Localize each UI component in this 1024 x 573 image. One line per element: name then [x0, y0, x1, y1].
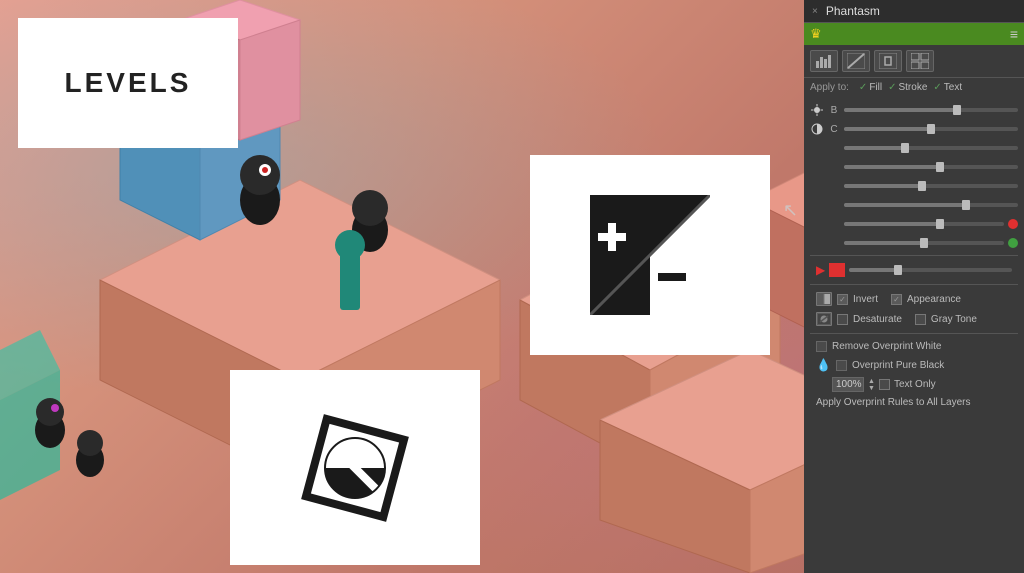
- levels-adjustment-icon: [590, 195, 710, 315]
- slider-red[interactable]: [844, 222, 1004, 226]
- levels-title: LEVELS: [65, 67, 192, 99]
- panel-toolbar: [804, 45, 1024, 78]
- sun-icon: [810, 103, 824, 117]
- toolbar-curves-btn[interactable]: [842, 50, 870, 72]
- green-dot[interactable]: [1008, 238, 1018, 248]
- apply-stroke-checkbox[interactable]: ✓ Stroke: [888, 82, 927, 93]
- panel-close-button[interactable]: ×: [812, 6, 818, 17]
- toolbar-grid-btn[interactable]: [906, 50, 934, 72]
- plus-minus-card: [530, 155, 770, 355]
- overprint-black-label: Overprint Pure Black: [852, 360, 944, 371]
- panel-title: Phantasm: [826, 4, 880, 18]
- desaturate-option-row: Desaturate Gray Tone: [810, 309, 1018, 329]
- slider-green[interactable]: [844, 241, 1004, 245]
- levels-card: LEVELS: [18, 18, 238, 148]
- divider-1: [810, 255, 1018, 256]
- desaturate-icon: [816, 312, 832, 326]
- slider-row-green: [810, 236, 1018, 250]
- divider-2: [810, 284, 1018, 285]
- phantasm-panel: × Phantasm ♛ ≡: [804, 0, 1024, 573]
- appearance-checkbox[interactable]: ✓: [891, 294, 902, 305]
- apply-fill-checkbox[interactable]: ✓ Fill: [859, 82, 882, 93]
- slider-5[interactable]: [844, 184, 1018, 188]
- color-arrow-icon[interactable]: ▶: [816, 263, 825, 277]
- percentage-row: 100% ▲ ▼ Text Only: [810, 375, 1018, 394]
- remove-overprint-label: Remove Overprint White: [832, 341, 941, 352]
- remove-overprint-row: Remove Overprint White: [810, 338, 1018, 355]
- divider-3: [810, 333, 1018, 334]
- desaturate-icon: [290, 403, 420, 533]
- slider-row-5: [810, 179, 1018, 193]
- c-slider[interactable]: [844, 127, 1018, 131]
- invert-checkbox[interactable]: ✓: [837, 294, 848, 305]
- droplet-icon: 💧: [816, 358, 831, 372]
- percentage-field[interactable]: 100%: [832, 377, 864, 392]
- overprint-black-checkbox[interactable]: [836, 360, 847, 371]
- cursor-icon: ↖: [783, 200, 798, 221]
- slider-row-3: [810, 141, 1018, 155]
- slider-row-6: [810, 198, 1018, 212]
- apply-rules-label: Apply Overprint Rules to All Layers: [816, 397, 971, 408]
- color-picker-row: ▶: [810, 260, 1018, 280]
- slider-6[interactable]: [844, 203, 1018, 207]
- apply-to-row: Apply to: ✓ Fill ✓ Stroke ✓ Text: [804, 78, 1024, 97]
- gray-tone-label: Gray Tone: [931, 314, 977, 325]
- brightness-slider-row: B: [810, 103, 1018, 117]
- desaturate-label: Desaturate: [853, 314, 902, 325]
- contrast-icon: [810, 122, 824, 136]
- panel-menu-icon[interactable]: ≡: [1010, 26, 1018, 42]
- invert-label: Invert: [853, 294, 878, 305]
- invert-icon: [816, 292, 832, 306]
- appearance-label: Appearance: [907, 294, 961, 305]
- red-dot[interactable]: [1008, 219, 1018, 229]
- apply-text-checkbox[interactable]: ✓ Text: [933, 82, 962, 93]
- b-label: B: [828, 105, 840, 116]
- invert-option-row: ✓ Invert ✓ Appearance: [810, 289, 1018, 309]
- apply-rules-row: Apply Overprint Rules to All Layers: [810, 394, 1018, 411]
- text-only-label: Text Only: [894, 379, 936, 390]
- apply-to-label: Apply to:: [810, 82, 849, 93]
- color-swatch[interactable]: [829, 263, 845, 277]
- slider-row-red: [810, 217, 1018, 231]
- circle-slash-card: [230, 370, 480, 565]
- color-slider[interactable]: [849, 268, 1012, 272]
- sliders-section: B C: [804, 97, 1024, 573]
- remove-overprint-checkbox[interactable]: [816, 341, 827, 352]
- crown-icon: ♛: [810, 26, 822, 42]
- panel-title-bar: × Phantasm: [804, 0, 1024, 23]
- percentage-stepper[interactable]: ▲ ▼: [868, 378, 875, 392]
- slider-3[interactable]: [844, 146, 1018, 150]
- toolbar-levels-btn[interactable]: [874, 50, 902, 72]
- c-label: C: [828, 124, 840, 135]
- desaturate-checkbox[interactable]: [837, 314, 848, 325]
- b-slider[interactable]: [844, 108, 1018, 112]
- text-only-checkbox[interactable]: [879, 379, 890, 390]
- gray-tone-checkbox[interactable]: [915, 314, 926, 325]
- toolbar-histogram-btn[interactable]: [810, 50, 838, 72]
- overprint-black-row: 💧 Overprint Pure Black: [810, 355, 1018, 375]
- panel-green-bar: ♛ ≡: [804, 23, 1024, 45]
- contrast-slider-row: C: [810, 122, 1018, 136]
- slider-4[interactable]: [844, 165, 1018, 169]
- slider-row-4: [810, 160, 1018, 174]
